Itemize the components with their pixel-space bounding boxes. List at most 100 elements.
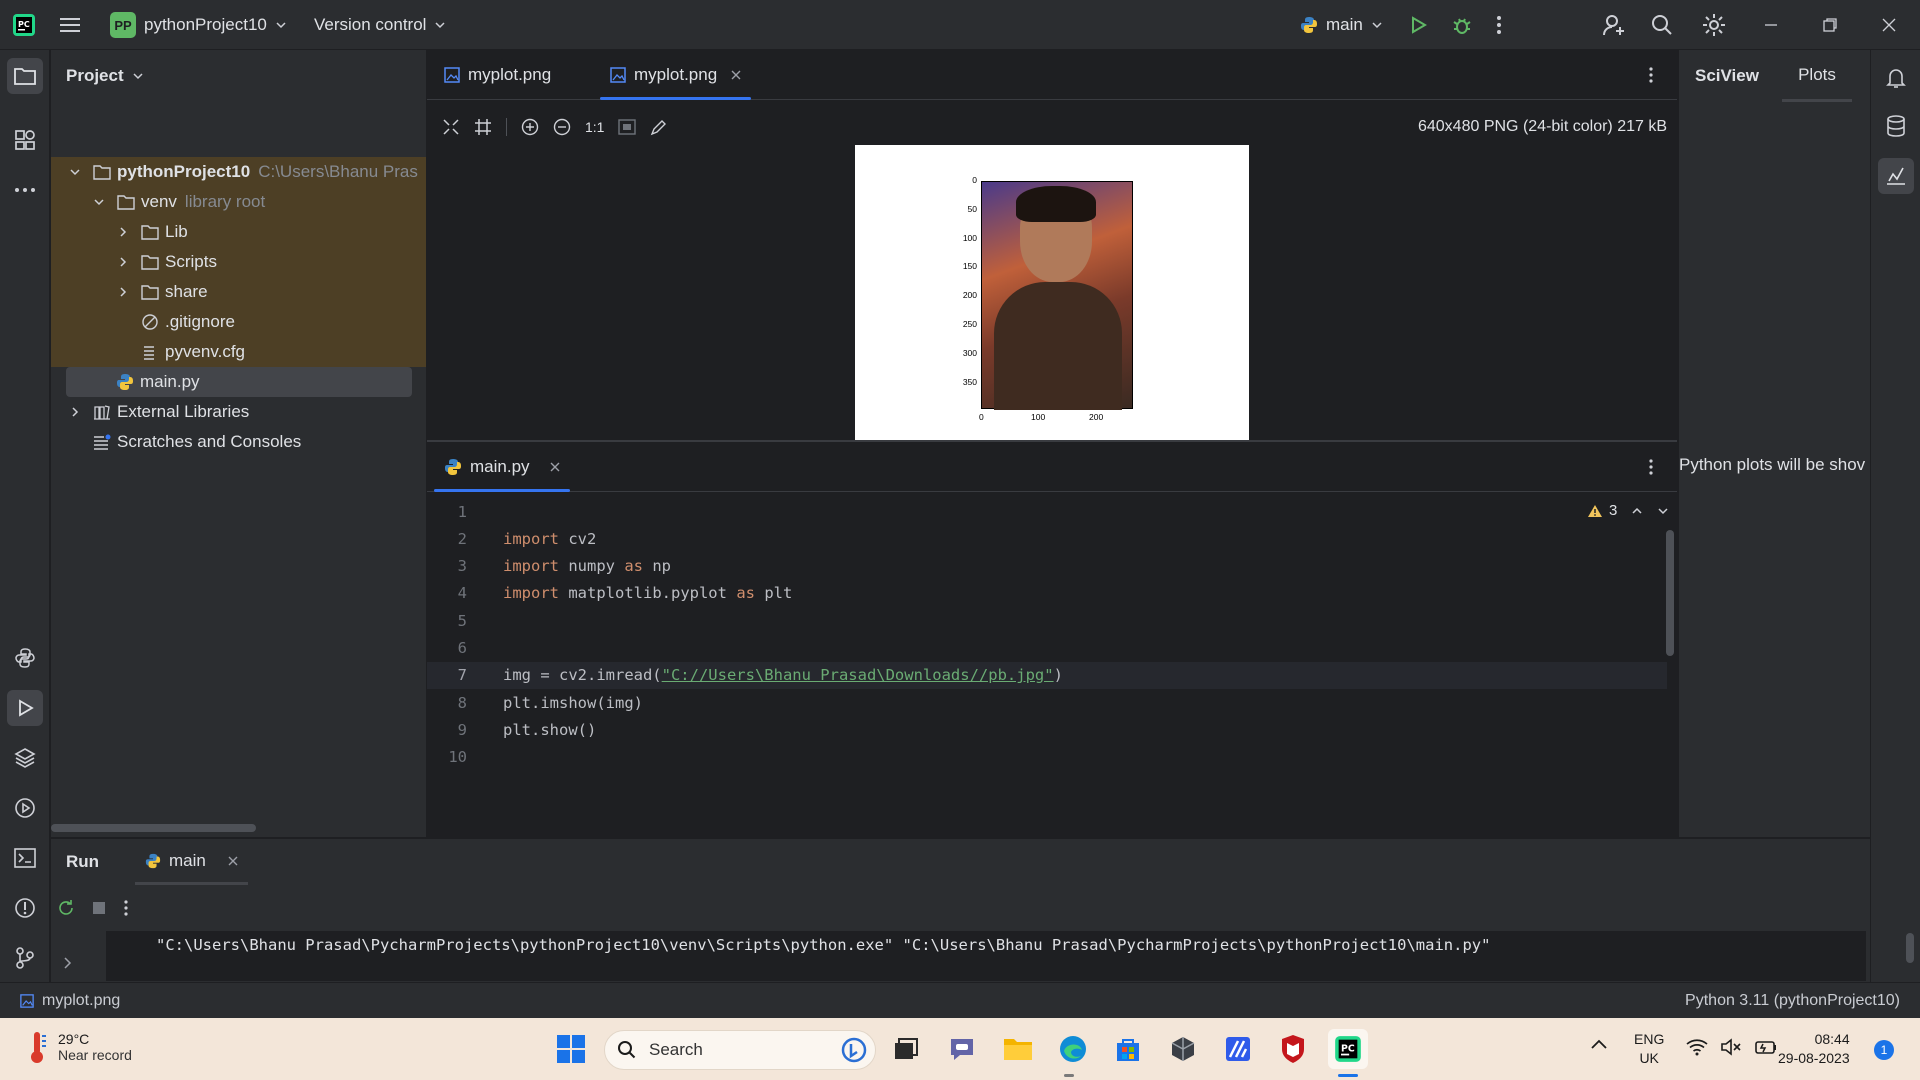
services-tool-button[interactable] bbox=[7, 790, 43, 826]
zoom-in-icon[interactable] bbox=[521, 118, 539, 136]
problems-tool-button[interactable] bbox=[7, 890, 43, 926]
project-tool-button[interactable] bbox=[7, 58, 43, 94]
taskbar-search-box[interactable]: Search bbox=[604, 1030, 876, 1070]
notifications-bell-icon[interactable] bbox=[1878, 60, 1914, 96]
language-indicator[interactable]: ENG UK bbox=[1634, 1030, 1664, 1068]
run-tool-button[interactable] bbox=[7, 690, 43, 726]
stop-icon[interactable] bbox=[91, 900, 107, 916]
more-actions-icon[interactable] bbox=[1496, 0, 1502, 50]
tab-options-icon[interactable] bbox=[1648, 50, 1654, 100]
tree-row-main-py[interactable]: main.py bbox=[66, 367, 412, 397]
more-tools-icon[interactable] bbox=[7, 172, 43, 208]
zoom-out-icon[interactable] bbox=[553, 118, 571, 136]
sciview-title[interactable]: SciView bbox=[1695, 50, 1759, 102]
run-tab-main[interactable]: main bbox=[135, 839, 248, 885]
microsoft-store-icon[interactable] bbox=[1108, 1029, 1148, 1069]
layers-tool-button[interactable] bbox=[7, 740, 43, 776]
task-view-icon[interactable] bbox=[886, 1029, 926, 1069]
sciview-tool-button[interactable] bbox=[1878, 158, 1914, 194]
database-tool-button[interactable] bbox=[1878, 108, 1914, 144]
windows-start-icon[interactable] bbox=[551, 1029, 591, 1069]
code-area[interactable]: 1 2 import cv2 3 import numpy as np 4 import m… bbox=[427, 498, 1667, 778]
minimize-button[interactable] bbox=[1764, 0, 1778, 50]
structure-tool-button[interactable] bbox=[7, 122, 43, 158]
tree-row-scratches[interactable]: Scratches and Consoles bbox=[51, 427, 426, 457]
project-view-selector[interactable]: Project bbox=[66, 50, 144, 102]
close-tab-icon[interactable] bbox=[731, 70, 741, 80]
app-chart-icon[interactable] bbox=[1218, 1029, 1258, 1069]
search-icon[interactable] bbox=[1651, 0, 1673, 50]
code-line[interactable]: 5 bbox=[427, 607, 1667, 634]
run-more-icon[interactable] bbox=[123, 899, 129, 917]
chevron-right-icon[interactable] bbox=[117, 226, 141, 238]
background-icon[interactable] bbox=[618, 119, 637, 135]
show-hidden-icons-chevron-icon[interactable] bbox=[1590, 1038, 1608, 1050]
debug-button[interactable] bbox=[1451, 0, 1473, 50]
tab-myplot-1[interactable]: myplot.png bbox=[444, 50, 551, 100]
tree-row-scripts[interactable]: Scripts bbox=[51, 247, 426, 277]
status-interpreter[interactable]: Python 3.11 (pythonProject10) bbox=[1685, 983, 1900, 1019]
close-tab-icon[interactable] bbox=[228, 856, 238, 866]
chevron-down-icon[interactable] bbox=[69, 166, 93, 178]
code-line[interactable]: 10 bbox=[427, 744, 1667, 771]
system-tray[interactable] bbox=[1686, 1038, 1778, 1056]
rerun-icon[interactable] bbox=[57, 899, 75, 917]
terminal-tool-button[interactable] bbox=[7, 840, 43, 876]
tree-row-lib[interactable]: Lib bbox=[51, 217, 426, 247]
file-explorer-icon[interactable] bbox=[998, 1029, 1038, 1069]
restore-button[interactable] bbox=[1823, 0, 1837, 50]
settings-gear-icon[interactable] bbox=[1702, 0, 1726, 50]
tree-row-root[interactable]: pythonProject10 C:\Users\Bhanu Pras bbox=[51, 157, 426, 187]
weather-widget[interactable]: 29°C Near record bbox=[26, 1030, 132, 1064]
status-breadcrumb[interactable]: myplot.png bbox=[20, 983, 120, 1019]
app-cube-icon[interactable] bbox=[1163, 1029, 1203, 1069]
editor-scrollbar[interactable] bbox=[1666, 530, 1674, 656]
chevron-right-icon[interactable] bbox=[117, 256, 141, 268]
pycharm-logo-icon[interactable]: PC bbox=[12, 0, 36, 50]
tab-options-icon[interactable] bbox=[1648, 442, 1654, 492]
tree-row-gitignore[interactable]: .gitignore bbox=[51, 307, 426, 337]
code-line[interactable]: 6 bbox=[427, 635, 1667, 662]
tree-row-pyvenv[interactable]: pyvenv.cfg bbox=[51, 337, 426, 367]
mcafee-shield-icon[interactable] bbox=[1273, 1029, 1313, 1069]
horizontal-scrollbar[interactable] bbox=[51, 824, 256, 832]
code-line[interactable]: 9 plt.show() bbox=[427, 716, 1667, 743]
version-control-menu[interactable]: Version control bbox=[314, 0, 446, 50]
notification-badge[interactable]: 1 bbox=[1874, 1040, 1894, 1060]
code-line[interactable]: 1 bbox=[427, 498, 1667, 525]
tab-plots[interactable]: Plots bbox=[1782, 50, 1852, 102]
fit-zoom-icon[interactable] bbox=[442, 118, 460, 136]
code-line[interactable]: 7 img = cv2.imread("C://Users\Bhanu Prasa… bbox=[427, 661, 1667, 689]
tree-row-venv[interactable]: venv library root bbox=[51, 187, 426, 217]
project-switcher[interactable]: PP pythonProject10 bbox=[110, 0, 287, 50]
actual-size-button[interactable]: 1:1 bbox=[585, 119, 604, 135]
chevron-right-icon[interactable] bbox=[117, 286, 141, 298]
code-line[interactable]: 4 import matplotlib.pyplot as plt bbox=[427, 580, 1667, 607]
teams-chat-icon[interactable] bbox=[942, 1029, 982, 1069]
chevron-right-icon[interactable] bbox=[69, 406, 93, 418]
color-picker-icon[interactable] bbox=[650, 118, 668, 136]
code-line[interactable]: 3 import numpy as np bbox=[427, 553, 1667, 580]
pycharm-taskbar-icon[interactable]: PC bbox=[1328, 1029, 1368, 1069]
tab-myplot-2[interactable]: myplot.png bbox=[599, 50, 752, 100]
run-config-selector[interactable]: main bbox=[1300, 0, 1383, 50]
code-line[interactable]: 8 plt.imshow(img) bbox=[427, 689, 1667, 716]
python-packages-tool-button[interactable] bbox=[7, 640, 43, 676]
code-line[interactable]: 11 emboss_kernel = np.array([[-1, 0, 0], bbox=[427, 771, 1667, 779]
main-menu-button[interactable] bbox=[60, 0, 82, 50]
console-output[interactable]: "C:\Users\Bhanu Prasad\PycharmProjects\p… bbox=[106, 931, 1914, 981]
tree-row-share[interactable]: share bbox=[51, 277, 426, 307]
tree-row-external-libraries[interactable]: External Libraries bbox=[51, 397, 426, 427]
edge-browser-icon[interactable] bbox=[1053, 1029, 1093, 1069]
clock[interactable]: 08:44 29-08-2023 bbox=[1778, 1030, 1850, 1068]
version-control-tool-button[interactable] bbox=[7, 940, 43, 976]
close-tab-icon[interactable] bbox=[550, 462, 560, 472]
close-button[interactable] bbox=[1882, 0, 1896, 50]
run-button[interactable] bbox=[1408, 0, 1428, 50]
code-line[interactable]: 2 import cv2 bbox=[427, 525, 1667, 552]
console-scrollbar[interactable] bbox=[1906, 933, 1914, 963]
chevron-down-icon[interactable] bbox=[93, 196, 117, 208]
grid-icon[interactable] bbox=[474, 118, 492, 136]
code-with-me-icon[interactable] bbox=[1602, 0, 1626, 50]
tab-main-py[interactable]: main.py bbox=[434, 442, 570, 492]
